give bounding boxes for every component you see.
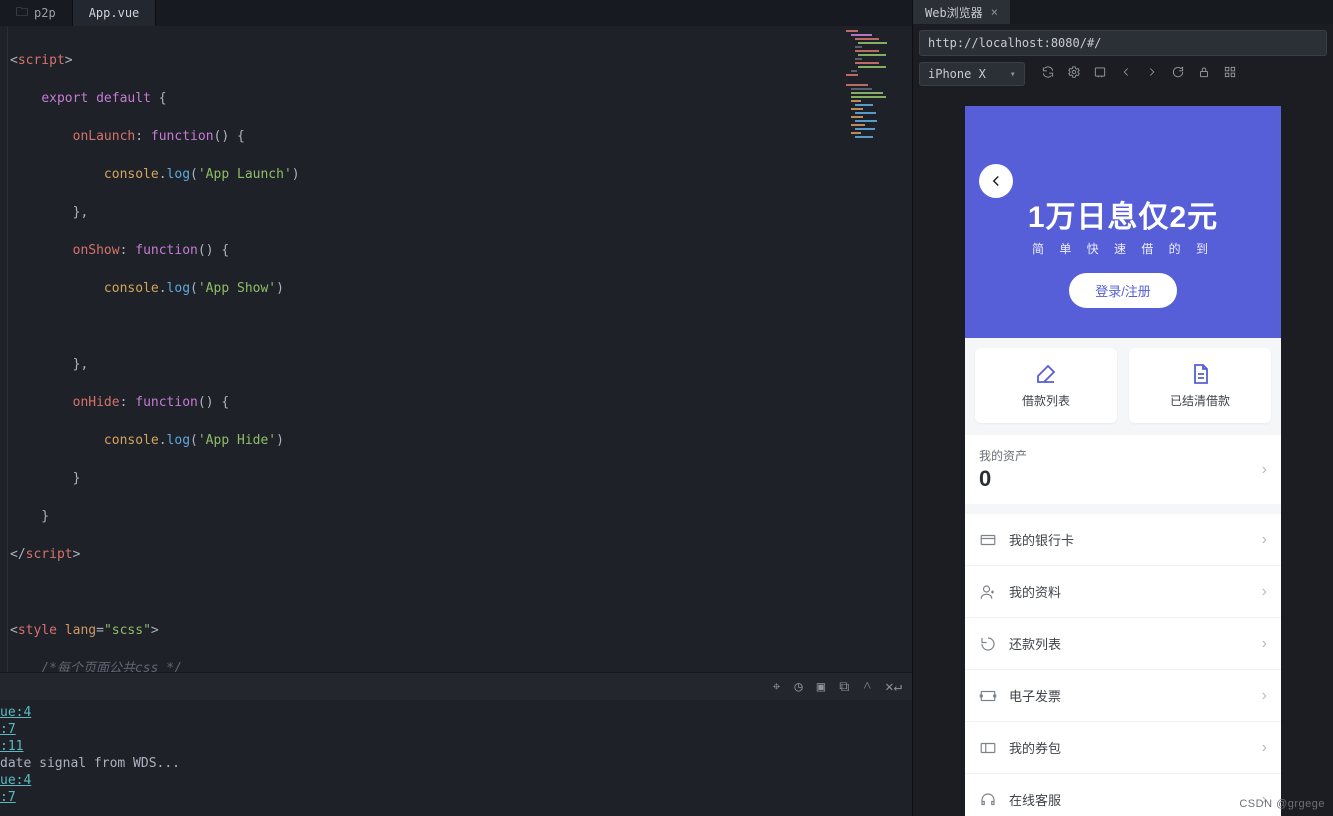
chevron-right-icon: ›: [1262, 583, 1267, 601]
console-text: date signal from WDS...: [0, 756, 180, 771]
menu-list: 我的银行卡 › 我的资料 › 还款列表 › 电: [965, 514, 1281, 816]
close-icon[interactable]: ×: [991, 5, 998, 19]
menu-item-service[interactable]: 在线客服 ›: [965, 774, 1281, 816]
browser-tab[interactable]: Web浏览器 ×: [913, 0, 1010, 24]
chevron-right-icon: ›: [1262, 531, 1267, 549]
card-label: 借款列表: [1022, 394, 1070, 408]
back-button[interactable]: [979, 164, 1013, 198]
editor-tabs: 🗀 p2p App.vue: [0, 0, 912, 26]
forward-icon[interactable]: [1145, 65, 1159, 83]
card-label: 已结清借款: [1170, 394, 1230, 408]
menu-label: 电子发票: [1009, 686, 1061, 705]
stop-icon[interactable]: ▣: [817, 679, 825, 695]
back-icon[interactable]: [1119, 65, 1133, 83]
menu-item-repay[interactable]: 还款列表 ›: [965, 618, 1281, 670]
console-link[interactable]: :7: [0, 790, 16, 805]
reload-icon[interactable]: [1171, 65, 1185, 83]
chevron-up-icon[interactable]: ˄: [863, 678, 871, 695]
menu-label: 我的资料: [1009, 582, 1061, 601]
chevron-right-icon: ›: [1262, 687, 1267, 705]
login-button[interactable]: 登录/注册: [1069, 273, 1177, 308]
editor[interactable]: <script> export default { onLaunch: func…: [0, 26, 912, 672]
menu-label: 在线客服: [1009, 790, 1061, 809]
document-icon: [1188, 362, 1212, 386]
headset-icon: [979, 791, 997, 809]
chevron-right-icon: ›: [1262, 461, 1267, 479]
menu-label: 还款列表: [1009, 634, 1061, 653]
card-settled[interactable]: 已结清借款: [1129, 348, 1271, 423]
console-link[interactable]: :7: [0, 722, 16, 737]
console-link[interactable]: ue:4: [0, 773, 31, 788]
chevron-right-icon: ›: [1262, 739, 1267, 757]
app-screen[interactable]: 1万日息仅2元 简 单 快 速 借 的 到 登录/注册 借款列表 已结清借款: [965, 106, 1281, 816]
menu-item-bankcard[interactable]: 我的银行卡 ›: [965, 514, 1281, 566]
gear-icon[interactable]: [1067, 65, 1081, 83]
console-link[interactable]: ue:4: [0, 705, 31, 720]
console-toolbar: ⌖ ◷ ▣ ⧉ ˄ ✕↵: [0, 672, 912, 700]
chevron-right-icon: ›: [1262, 635, 1267, 653]
device-select[interactable]: iPhone X: [919, 62, 1025, 86]
card-loan-list[interactable]: 借款列表: [975, 348, 1117, 423]
tab-file[interactable]: App.vue: [73, 0, 157, 26]
tab-folder-label: p2p: [34, 6, 56, 20]
refresh-icon[interactable]: [1041, 65, 1055, 83]
popout-icon[interactable]: ⧉: [839, 679, 849, 695]
user-icon: [979, 583, 997, 601]
clear-icon[interactable]: ✕↵: [885, 679, 902, 695]
menu-label: 我的券包: [1009, 738, 1061, 757]
wallet-icon: [979, 635, 997, 653]
code-area[interactable]: <script> export default { onLaunch: func…: [8, 26, 912, 672]
menu-item-profile[interactable]: 我的资料 ›: [965, 566, 1281, 618]
hero-subtitle: 简 单 快 速 借 的 到: [965, 240, 1281, 273]
ticket-icon: [979, 687, 997, 705]
tab-folder[interactable]: 🗀 p2p: [0, 0, 73, 26]
browser-toolbar: iPhone X: [913, 62, 1333, 92]
console-link[interactable]: :11: [0, 739, 23, 754]
url-input[interactable]: http://localhost:8080/#/: [919, 30, 1327, 56]
hero-section: 1万日息仅2元 简 单 快 速 借 的 到 登录/注册: [965, 106, 1281, 338]
menu-label: 我的银行卡: [1009, 530, 1074, 549]
card-icon: [979, 531, 997, 549]
run-icon[interactable]: ◷: [794, 679, 802, 695]
debug-icon[interactable]: ⌖: [772, 679, 780, 695]
editor-panel: 🗀 p2p App.vue <script> export default { …: [0, 0, 912, 816]
asset-title: 我的资产: [979, 447, 1027, 464]
minimap[interactable]: [846, 30, 908, 170]
browser-panel: Web浏览器 × http://localhost:8080/#/ iPhone…: [912, 0, 1333, 816]
screenshot-icon[interactable]: [1093, 65, 1107, 83]
console-output[interactable]: ue:4 :7 :11 date signal from WDS... ue:4…: [0, 700, 912, 816]
tab-file-label: App.vue: [89, 6, 140, 20]
lock-icon[interactable]: [1197, 65, 1211, 83]
coupon-icon: [979, 739, 997, 757]
asset-row[interactable]: 我的资产 0 ›: [965, 435, 1281, 504]
asset-value: 0: [979, 466, 1027, 492]
edit-icon: [1034, 362, 1058, 386]
gutter: [0, 26, 8, 672]
folder-icon: 🗀: [16, 3, 28, 24]
device-viewport: 1万日息仅2元 简 单 快 速 借 的 到 登录/注册 借款列表 已结清借款: [913, 92, 1333, 816]
browser-tabs: Web浏览器 ×: [913, 0, 1333, 24]
grid-icon[interactable]: [1223, 65, 1237, 83]
device-label: iPhone X: [928, 67, 986, 81]
browser-tab-label: Web浏览器: [925, 4, 983, 21]
menu-item-coupons[interactable]: 我的券包 ›: [965, 722, 1281, 774]
menu-item-invoice[interactable]: 电子发票 ›: [965, 670, 1281, 722]
watermark: CSDN @grgege: [1239, 798, 1325, 810]
card-row: 借款列表 已结清借款: [965, 338, 1281, 435]
hero-title: 1万日息仅2元: [965, 152, 1281, 240]
